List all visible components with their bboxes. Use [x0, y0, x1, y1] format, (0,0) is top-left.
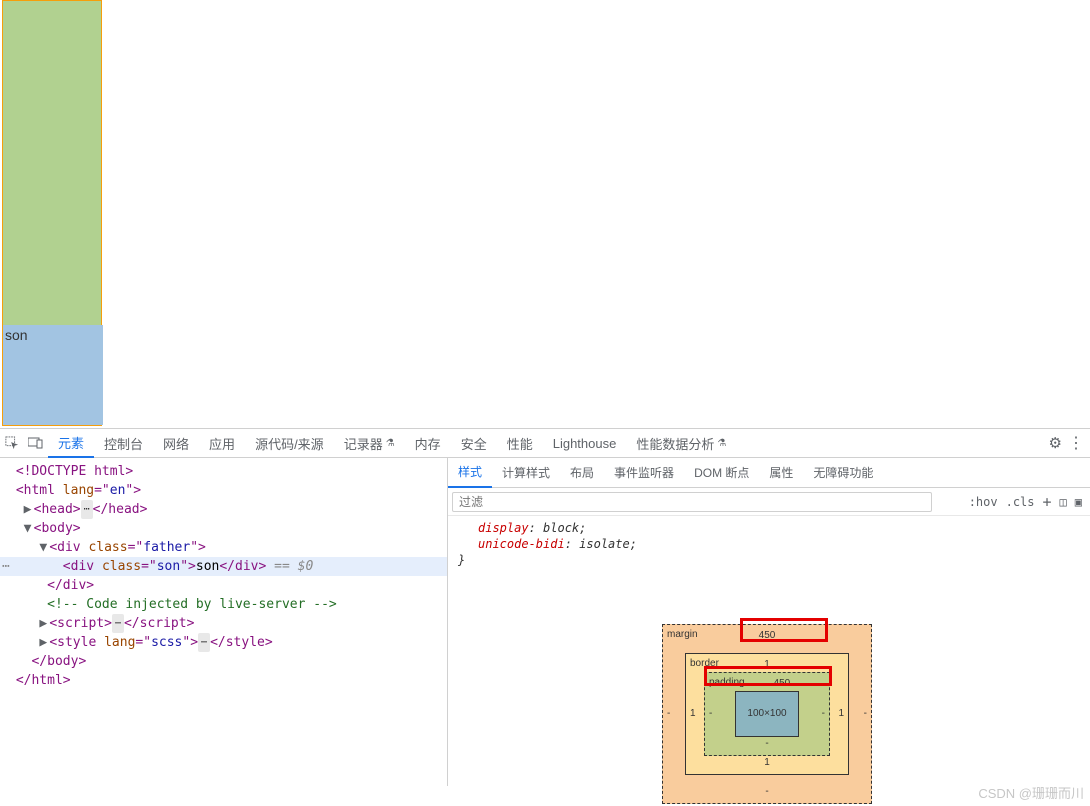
new-style-rule-icon[interactable]: +	[1043, 493, 1052, 511]
stab-properties[interactable]: 属性	[759, 458, 803, 488]
page-preview: son	[0, 0, 1090, 428]
selected-node[interactable]: ⋯ <div class="son">son</div> == $0	[0, 557, 447, 576]
tab-console[interactable]: 控制台	[94, 428, 153, 458]
cls-toggle[interactable]: .cls	[1006, 495, 1035, 509]
styles-pane: 样式 计算样式 布局 事件监听器 DOM 断点 属性 无障碍功能 :hov .c…	[448, 458, 1090, 786]
devtools-tab-bar: 元素 控制台 网络 应用 源代码/来源 记录器⚗ 内存 安全 性能 Lighth…	[0, 428, 1090, 458]
toggle-rendering-icon[interactable]: ◫	[1060, 495, 1067, 509]
tab-network[interactable]: 网络	[153, 428, 199, 458]
more-icon[interactable]: ⋮	[1068, 433, 1084, 453]
stab-styles[interactable]: 样式	[448, 458, 492, 488]
device-toggle-icon[interactable]	[24, 437, 48, 449]
elements-tree[interactable]: <!DOCTYPE html> <html lang="en"> ▶<head>…	[0, 458, 448, 786]
stab-listeners[interactable]: 事件监听器	[604, 458, 684, 488]
computed-toggle-icon[interactable]: ▣	[1075, 495, 1082, 509]
tab-application[interactable]: 应用	[199, 428, 245, 458]
tab-recorder[interactable]: 记录器⚗	[334, 428, 405, 458]
tab-lighthouse[interactable]: Lighthouse	[543, 428, 627, 458]
father-element-highlight: son	[2, 0, 102, 426]
highlight-padding-top	[704, 666, 832, 686]
tab-elements[interactable]: 元素	[48, 428, 94, 458]
stab-a11y[interactable]: 无障碍功能	[803, 458, 883, 488]
tab-performance[interactable]: 性能	[497, 428, 543, 458]
style-rules[interactable]: display: block; unicode-bidi: isolate; }…	[448, 516, 1090, 786]
inspect-icon[interactable]	[0, 436, 24, 450]
styles-filter-input[interactable]	[452, 492, 932, 512]
tab-sources[interactable]: 源代码/来源	[245, 428, 334, 458]
tab-perf-insights[interactable]: 性能数据分析⚗	[626, 428, 736, 458]
stab-dom-bp[interactable]: DOM 断点	[684, 458, 759, 488]
hov-toggle[interactable]: :hov	[969, 495, 998, 509]
stab-layout[interactable]: 布局	[560, 458, 604, 488]
box-model-content: 100×100	[735, 691, 799, 737]
stab-computed[interactable]: 计算样式	[492, 458, 560, 488]
tab-memory[interactable]: 内存	[405, 428, 451, 458]
box-model-diagram[interactable]: margin 450 - - - border 1 1 1 1 padding …	[662, 624, 872, 804]
tab-security[interactable]: 安全	[451, 428, 497, 458]
settings-icon[interactable]: ⚙	[1049, 434, 1062, 452]
styles-tab-bar: 样式 计算样式 布局 事件监听器 DOM 断点 属性 无障碍功能	[448, 458, 1090, 488]
son-element-highlight: son	[3, 325, 103, 425]
watermark: CSDN @珊珊而川	[978, 783, 1084, 802]
highlight-margin-top	[740, 618, 828, 642]
